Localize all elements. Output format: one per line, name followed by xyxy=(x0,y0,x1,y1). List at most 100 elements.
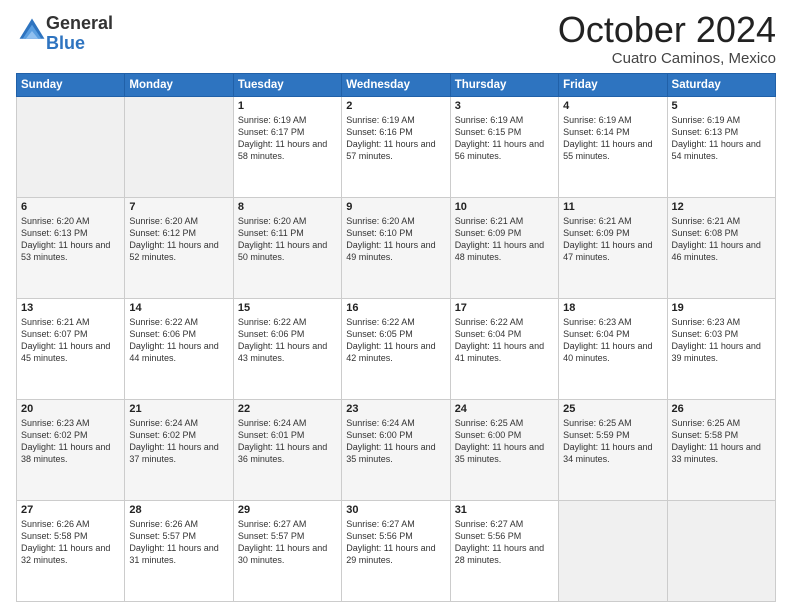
day-number: 7 xyxy=(129,201,228,213)
day-info: Sunrise: 6:24 AM Sunset: 6:00 PM Dayligh… xyxy=(346,417,445,466)
day-number: 2 xyxy=(346,100,445,112)
day-info: Sunrise: 6:25 AM Sunset: 6:00 PM Dayligh… xyxy=(455,417,554,466)
calendar-cell: 9 Sunrise: 6:20 AM Sunset: 6:10 PM Daylig… xyxy=(342,197,450,298)
calendar-cell: 12Sunrise: 6:21 AM Sunset: 6:08 PM Dayli… xyxy=(667,197,775,298)
day-info: Sunrise: 6:19 AM Sunset: 6:16 PM Dayligh… xyxy=(346,114,445,163)
day-info: Sunrise: 6:24 AM Sunset: 6:01 PM Dayligh… xyxy=(238,417,337,466)
calendar-cell: 25 Sunrise: 6:25 AM Sunset: 5:59 PM Dayli… xyxy=(559,399,667,500)
calendar-cell xyxy=(667,500,775,601)
calendar-cell: 4 Sunrise: 6:19 AM Sunset: 6:14 PM Daylig… xyxy=(559,96,667,197)
calendar-cell: 18 Sunrise: 6:23 AM Sunset: 6:04 PM Dayli… xyxy=(559,298,667,399)
calendar-cell: 28Sunrise: 6:26 AM Sunset: 5:57 PM Dayli… xyxy=(125,500,233,601)
day-info: Sunrise: 6:21 AM Sunset: 6:09 PM Dayligh… xyxy=(563,215,662,264)
calendar-title: October 2024 xyxy=(558,10,776,50)
calendar-cell: 7 Sunrise: 6:20 AM Sunset: 6:12 PM Daylig… xyxy=(125,197,233,298)
header-thursday: Thursday xyxy=(450,73,558,96)
day-number: 8 xyxy=(238,201,337,213)
day-info: Sunrise: 6:22 AM Sunset: 6:04 PM Dayligh… xyxy=(455,316,554,365)
day-number: 5 xyxy=(672,100,771,112)
calendar-cell: 1 Sunrise: 6:19 AM Sunset: 6:17 PM Daylig… xyxy=(233,96,341,197)
header-saturday: Saturday xyxy=(667,73,775,96)
calendar-cell: 21 Sunrise: 6:24 AM Sunset: 6:02 PM Dayli… xyxy=(125,399,233,500)
day-info: Sunrise: 6:20 AM Sunset: 6:12 PM Dayligh… xyxy=(129,215,228,264)
day-number: 14 xyxy=(129,302,228,314)
day-info: Sunrise: 6:21 AM Sunset: 6:07 PM Dayligh… xyxy=(21,316,120,365)
day-number: 23 xyxy=(346,403,445,415)
day-number: 9 xyxy=(346,201,445,213)
day-info: Sunrise: 6:23 AM Sunset: 6:04 PM Dayligh… xyxy=(563,316,662,365)
header-monday: Monday xyxy=(125,73,233,96)
logo-blue-text: Blue xyxy=(46,34,113,54)
day-info: Sunrise: 6:19 AM Sunset: 6:13 PM Dayligh… xyxy=(672,114,771,163)
calendar-cell: 24Sunrise: 6:25 AM Sunset: 6:00 PM Dayli… xyxy=(450,399,558,500)
day-number: 11 xyxy=(563,201,662,213)
calendar-header-row: Sunday Monday Tuesday Wednesday Thursday… xyxy=(17,73,776,96)
day-number: 15 xyxy=(238,302,337,314)
day-number: 3 xyxy=(455,100,554,112)
day-info: Sunrise: 6:20 AM Sunset: 6:11 PM Dayligh… xyxy=(238,215,337,264)
day-number: 17 xyxy=(455,302,554,314)
day-info: Sunrise: 6:26 AM Sunset: 5:58 PM Dayligh… xyxy=(21,518,120,567)
day-info: Sunrise: 6:27 AM Sunset: 5:56 PM Dayligh… xyxy=(455,518,554,567)
calendar-week-4: 27 Sunrise: 6:26 AM Sunset: 5:58 PM Dayli… xyxy=(17,500,776,601)
day-number: 22 xyxy=(238,403,337,415)
day-number: 6 xyxy=(21,201,120,213)
day-info: Sunrise: 6:21 AM Sunset: 6:08 PM Dayligh… xyxy=(672,215,771,264)
calendar-cell: 8 Sunrise: 6:20 AM Sunset: 6:11 PM Daylig… xyxy=(233,197,341,298)
day-info: Sunrise: 6:20 AM Sunset: 6:13 PM Dayligh… xyxy=(21,215,120,264)
logo: General Blue xyxy=(16,14,113,54)
calendar-cell: 6 Sunrise: 6:20 AM Sunset: 6:13 PM Daylig… xyxy=(17,197,125,298)
calendar-week-3: 20Sunrise: 6:23 AM Sunset: 6:02 PM Dayli… xyxy=(17,399,776,500)
calendar-table: Sunday Monday Tuesday Wednesday Thursday… xyxy=(16,73,776,602)
day-number: 16 xyxy=(346,302,445,314)
day-info: Sunrise: 6:19 AM Sunset: 6:15 PM Dayligh… xyxy=(455,114,554,163)
day-info: Sunrise: 6:22 AM Sunset: 6:06 PM Dayligh… xyxy=(238,316,337,365)
day-number: 21 xyxy=(129,403,228,415)
calendar-cell: 22 Sunrise: 6:24 AM Sunset: 6:01 PM Dayli… xyxy=(233,399,341,500)
day-number: 4 xyxy=(563,100,662,112)
day-info: Sunrise: 6:26 AM Sunset: 5:57 PM Dayligh… xyxy=(129,518,228,567)
day-number: 27 xyxy=(21,504,120,516)
day-info: Sunrise: 6:25 AM Sunset: 5:58 PM Dayligh… xyxy=(672,417,771,466)
logo-general-text: General xyxy=(46,14,113,34)
day-number: 30 xyxy=(346,504,445,516)
calendar-cell: 5 Sunrise: 6:19 AM Sunset: 6:13 PM Daylig… xyxy=(667,96,775,197)
calendar-cell: 13Sunrise: 6:21 AM Sunset: 6:07 PM Dayli… xyxy=(17,298,125,399)
calendar-cell: 20Sunrise: 6:23 AM Sunset: 6:02 PM Dayli… xyxy=(17,399,125,500)
logo-icon xyxy=(18,17,46,45)
day-info: Sunrise: 6:22 AM Sunset: 6:06 PM Dayligh… xyxy=(129,316,228,365)
calendar-cell: 27 Sunrise: 6:26 AM Sunset: 5:58 PM Dayli… xyxy=(17,500,125,601)
day-number: 18 xyxy=(563,302,662,314)
calendar-week-2: 13Sunrise: 6:21 AM Sunset: 6:07 PM Dayli… xyxy=(17,298,776,399)
calendar-week-1: 6 Sunrise: 6:20 AM Sunset: 6:13 PM Daylig… xyxy=(17,197,776,298)
day-info: Sunrise: 6:19 AM Sunset: 6:14 PM Dayligh… xyxy=(563,114,662,163)
day-number: 25 xyxy=(563,403,662,415)
day-number: 20 xyxy=(21,403,120,415)
header-wednesday: Wednesday xyxy=(342,73,450,96)
calendar-cell xyxy=(559,500,667,601)
calendar-cell: 3 Sunrise: 6:19 AM Sunset: 6:15 PM Daylig… xyxy=(450,96,558,197)
calendar-cell: 14 Sunrise: 6:22 AM Sunset: 6:06 PM Dayli… xyxy=(125,298,233,399)
calendar-cell: 23 Sunrise: 6:24 AM Sunset: 6:00 PM Dayli… xyxy=(342,399,450,500)
day-info: Sunrise: 6:27 AM Sunset: 5:56 PM Dayligh… xyxy=(346,518,445,567)
day-info: Sunrise: 6:25 AM Sunset: 5:59 PM Dayligh… xyxy=(563,417,662,466)
calendar-cell: 11 Sunrise: 6:21 AM Sunset: 6:09 PM Dayli… xyxy=(559,197,667,298)
day-info: Sunrise: 6:20 AM Sunset: 6:10 PM Dayligh… xyxy=(346,215,445,264)
page-header: General Blue October 2024 Cuatro Caminos… xyxy=(16,10,776,67)
day-number: 1 xyxy=(238,100,337,112)
calendar-cell xyxy=(17,96,125,197)
day-info: Sunrise: 6:19 AM Sunset: 6:17 PM Dayligh… xyxy=(238,114,337,163)
day-info: Sunrise: 6:22 AM Sunset: 6:05 PM Dayligh… xyxy=(346,316,445,365)
header-friday: Friday xyxy=(559,73,667,96)
calendar-cell: 15 Sunrise: 6:22 AM Sunset: 6:06 PM Dayli… xyxy=(233,298,341,399)
day-number: 31 xyxy=(455,504,554,516)
calendar-cell: 10Sunrise: 6:21 AM Sunset: 6:09 PM Dayli… xyxy=(450,197,558,298)
calendar-cell: 19Sunrise: 6:23 AM Sunset: 6:03 PM Dayli… xyxy=(667,298,775,399)
calendar-cell: 31 Sunrise: 6:27 AM Sunset: 5:56 PM Dayli… xyxy=(450,500,558,601)
day-number: 26 xyxy=(672,403,771,415)
day-number: 10 xyxy=(455,201,554,213)
calendar-cell xyxy=(125,96,233,197)
calendar-cell: 16 Sunrise: 6:22 AM Sunset: 6:05 PM Dayli… xyxy=(342,298,450,399)
calendar-location: Cuatro Caminos, Mexico xyxy=(558,50,776,67)
day-info: Sunrise: 6:24 AM Sunset: 6:02 PM Dayligh… xyxy=(129,417,228,466)
